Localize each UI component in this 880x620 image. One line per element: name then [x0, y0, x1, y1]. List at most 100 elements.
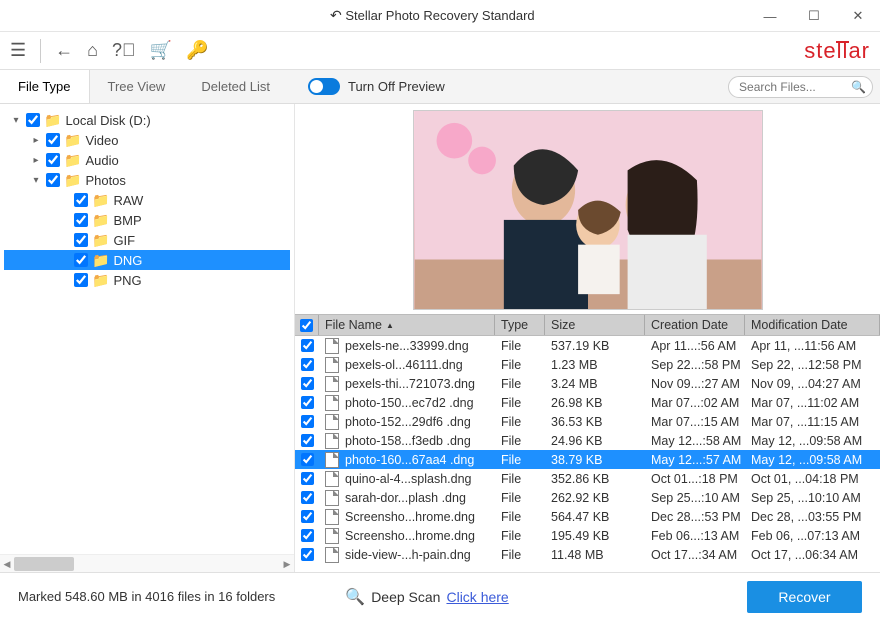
creation-date: May 12...:57 AM [645, 453, 745, 467]
tree-photos[interactable]: ▾📁Photos [4, 170, 290, 190]
main-toolbar: ☰ ← ⌂ ?⃝ 🛒 🔑 stellar [0, 32, 880, 70]
grid-body[interactable]: pexels-ne...33999.dngFile537.19 KBApr 11… [295, 336, 880, 572]
creation-date: Sep 22...:58 PM [645, 358, 745, 372]
modification-date: Sep 22, ...12:58 PM [745, 358, 880, 372]
tree-checkbox[interactable] [74, 253, 88, 267]
home-icon[interactable]: ⌂ [87, 40, 98, 61]
tab-deleted-list[interactable]: Deleted List [183, 70, 288, 103]
file-icon [325, 509, 339, 525]
row-checkbox[interactable] [301, 548, 314, 561]
tree-png[interactable]: 📁PNG [4, 270, 290, 290]
row-checkbox[interactable] [301, 491, 314, 504]
table-row[interactable]: pexels-ol...46111.dngFile1.23 MBSep 22..… [295, 355, 880, 374]
help-icon[interactable]: ?⃝ [112, 40, 136, 61]
row-checkbox[interactable] [301, 529, 314, 542]
tree-checkbox[interactable] [74, 273, 88, 287]
cart-icon[interactable]: 🛒 [150, 40, 172, 61]
tree-raw[interactable]: 📁RAW [4, 190, 290, 210]
file-name: pexels-ne...33999.dng [345, 339, 469, 353]
tree-audio[interactable]: ▸📁Audio [4, 150, 290, 170]
preview-area [295, 104, 880, 314]
row-checkbox[interactable] [301, 339, 314, 352]
row-checkbox[interactable] [301, 453, 314, 466]
table-row[interactable]: photo-158...f3edb .dngFile24.96 KBMay 12… [295, 431, 880, 450]
table-row[interactable]: photo-152...29df6 .dngFile36.53 KBMar 07… [295, 412, 880, 431]
file-type: File [495, 548, 545, 562]
file-size: 3.24 MB [545, 377, 645, 391]
table-row[interactable]: sarah-dor...plash .dngFile262.92 KBSep 2… [295, 488, 880, 507]
menu-icon[interactable]: ☰ [10, 40, 26, 61]
row-checkbox[interactable] [301, 415, 314, 428]
header-size[interactable]: Size [545, 315, 645, 335]
header-cdate[interactable]: Creation Date [645, 315, 745, 335]
search-icon[interactable]: 🔍 [851, 80, 866, 94]
tree-checkbox[interactable] [46, 133, 60, 147]
modification-date: May 12, ...09:58 AM [745, 434, 880, 448]
preview-toggle[interactable] [308, 78, 340, 95]
close-button[interactable]: ✕ [836, 0, 880, 32]
table-row[interactable]: photo-160...67aa4 .dngFile38.79 KBMay 12… [295, 450, 880, 469]
file-name: photo-160...67aa4 .dng [345, 453, 474, 467]
file-type: File [495, 472, 545, 486]
modification-date: Dec 28, ...03:55 PM [745, 510, 880, 524]
file-icon [325, 395, 339, 411]
deep-scan-link[interactable]: Click here [446, 589, 508, 605]
back-icon[interactable]: ← [55, 40, 73, 61]
file-icon [325, 471, 339, 487]
zoom-icon: 🔍 [345, 587, 365, 607]
select-all-checkbox[interactable] [300, 319, 313, 332]
creation-date: Apr 11...:56 AM [645, 339, 745, 353]
table-row[interactable]: quino-al-4...splash.dngFile352.86 KBOct … [295, 469, 880, 488]
header-mdate[interactable]: Modification Date [745, 315, 880, 335]
header-type[interactable]: Type [495, 315, 545, 335]
maximize-button[interactable]: ☐ [792, 0, 836, 32]
file-type: File [495, 415, 545, 429]
file-type: File [495, 491, 545, 505]
table-row[interactable]: pexels-thi...721073.dngFile3.24 MBNov 09… [295, 374, 880, 393]
header-filename[interactable]: File Name▲ [319, 315, 495, 335]
file-type: File [495, 510, 545, 524]
table-row[interactable]: Screensho...hrome.dng File564.47 KB Dec 28… [295, 507, 880, 526]
table-row[interactable]: photo-150...ec7d2 .dngFile26.98 KBMar 07… [295, 393, 880, 412]
tree-checkbox[interactable] [26, 113, 40, 127]
statusbar: Marked 548.60 MB in 4016 files in 16 fol… [0, 572, 880, 620]
sidebar-hscrollbar[interactable]: ◀▶ [0, 554, 294, 572]
undo-icon[interactable]: ↶ [330, 7, 342, 24]
row-checkbox[interactable] [301, 377, 314, 390]
recover-button[interactable]: Recover [747, 581, 862, 613]
file-name: Screensho...hrome.dng [345, 510, 475, 524]
row-checkbox[interactable] [301, 510, 314, 523]
file-size: 564.47 KB [545, 510, 645, 524]
file-type: File [495, 396, 545, 410]
sidebar: ▾📁Local Disk (D:) ▸📁Video ▸📁Audio ▾📁Phot… [0, 104, 295, 572]
table-row[interactable]: Screensho...hrome.dngFile195.49 KBFeb 06… [295, 526, 880, 545]
minimize-button[interactable]: — [748, 0, 792, 32]
tree-gif[interactable]: 📁GIF [4, 230, 290, 250]
file-icon [325, 528, 339, 544]
tree-bmp[interactable]: 📁BMP [4, 210, 290, 230]
row-checkbox[interactable] [301, 396, 314, 409]
tree-checkbox[interactable] [46, 173, 60, 187]
row-checkbox[interactable] [301, 434, 314, 447]
tab-file-type[interactable]: File Type [0, 70, 90, 103]
tree-checkbox[interactable] [74, 233, 88, 247]
key-icon[interactable]: 🔑 [186, 40, 208, 61]
tree-dng[interactable]: 📁DNG [4, 250, 290, 270]
file-type: File [495, 339, 545, 353]
table-row[interactable]: pexels-ne...33999.dngFile537.19 KBApr 11… [295, 336, 880, 355]
file-type: File [495, 453, 545, 467]
tree-root[interactable]: ▾📁Local Disk (D:) [4, 110, 290, 130]
tab-tree-view[interactable]: Tree View [90, 70, 184, 103]
table-row[interactable]: side-view-...h-pain.dngFile11.48 MBOct 1… [295, 545, 880, 564]
file-size: 1.23 MB [545, 358, 645, 372]
tree-checkbox[interactable] [74, 193, 88, 207]
file-icon [325, 490, 339, 506]
tree-checkbox[interactable] [74, 213, 88, 227]
row-checkbox[interactable] [301, 358, 314, 371]
file-icon [325, 357, 339, 373]
tree-video[interactable]: ▸📁Video [4, 130, 290, 150]
file-size: 262.92 KB [545, 491, 645, 505]
tree-checkbox[interactable] [46, 153, 60, 167]
modification-date: Nov 09, ...04:27 AM [745, 377, 880, 391]
row-checkbox[interactable] [301, 472, 314, 485]
